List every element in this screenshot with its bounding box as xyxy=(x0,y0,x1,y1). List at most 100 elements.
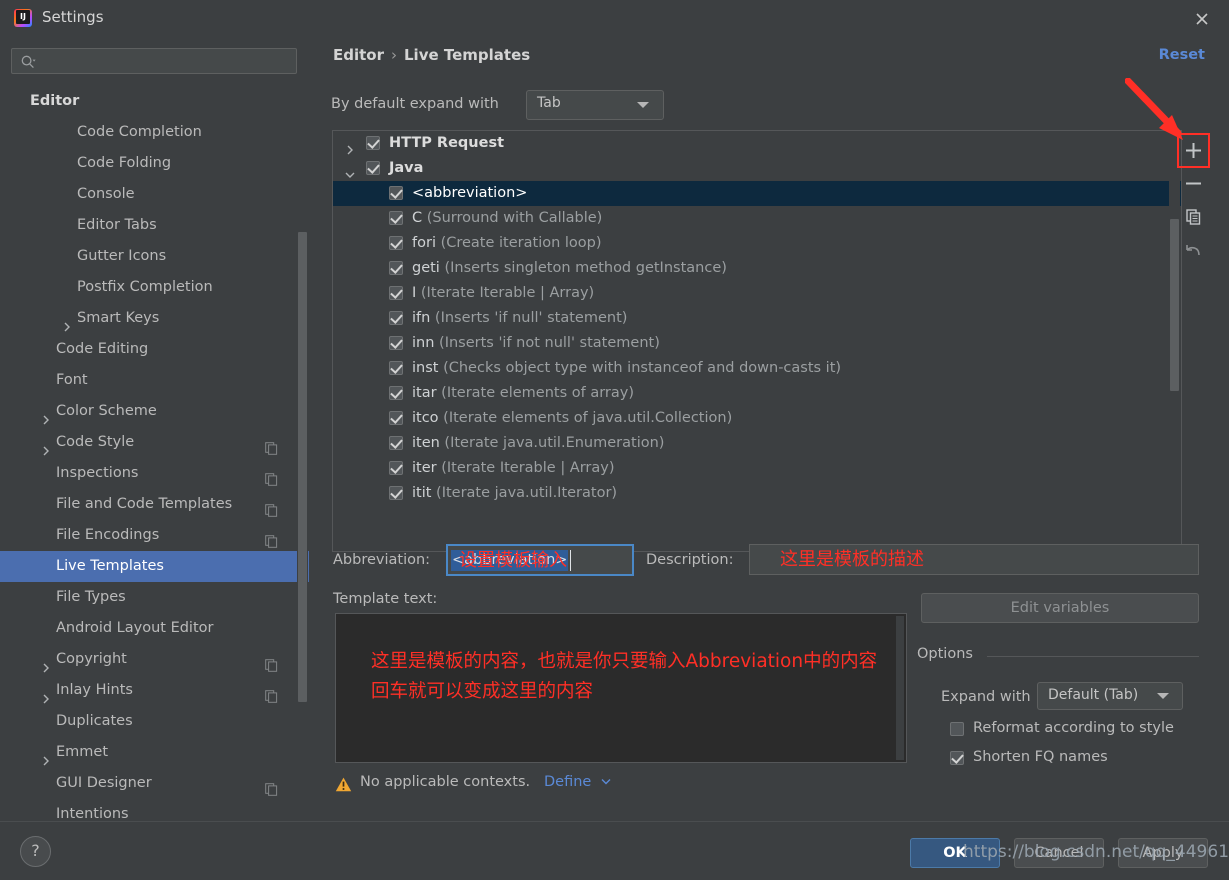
template-text-editor[interactable]: 这里是模板的内容，也就是你只要输入Abbreviation中的内容回车就可以变成… xyxy=(335,613,907,763)
template-checkbox[interactable] xyxy=(389,186,403,200)
template-checkbox[interactable] xyxy=(389,461,403,475)
sidebar-item-file-and-code-templates[interactable]: File and Code Templates xyxy=(0,489,309,520)
description-input[interactable]: 这里是模板的描述 xyxy=(749,544,1199,575)
template-row[interactable]: itco (Iterate elements of java.util.Coll… xyxy=(333,406,1181,431)
chevron-right-icon[interactable] xyxy=(62,313,72,332)
sidebar-item-code-completion[interactable]: Code Completion xyxy=(0,117,309,148)
template-row[interactable]: itit (Iterate java.util.Iterator) xyxy=(333,481,1181,506)
template-checkbox[interactable] xyxy=(389,311,403,325)
sidebar-item-label: Duplicates xyxy=(56,713,133,729)
search-box[interactable] xyxy=(11,48,297,74)
template-label: itit (Iterate java.util.Iterator) xyxy=(412,485,618,501)
sidebar-item-console[interactable]: Console xyxy=(0,179,309,210)
live-templates-list[interactable]: HTTP Request Java <abbreviation> C (Surroun… xyxy=(332,130,1182,552)
template-label: inn (Inserts 'if not null' statement) xyxy=(412,335,660,351)
template-checkbox[interactable] xyxy=(389,261,403,275)
help-button[interactable]: ? xyxy=(20,836,51,867)
sidebar-item-inspections[interactable]: Inspections xyxy=(0,458,309,489)
restore-defaults-button[interactable] xyxy=(1178,233,1209,266)
template-checkbox[interactable] xyxy=(389,361,403,375)
template-row[interactable]: I (Iterate Iterable | Array) xyxy=(333,281,1181,306)
search-input[interactable] xyxy=(42,52,292,72)
template-group-row[interactable]: HTTP Request xyxy=(333,131,1181,156)
chevron-right-icon[interactable] xyxy=(345,139,355,155)
template-row[interactable]: inn (Inserts 'if not null' statement) xyxy=(333,331,1181,356)
settings-category-tree[interactable]: Editor Code Completion Code Folding Console… xyxy=(0,86,309,821)
sidebar-item-code-folding[interactable]: Code Folding xyxy=(0,148,309,179)
template-group-row[interactable]: Java xyxy=(333,156,1181,181)
template-row[interactable]: iter (Iterate Iterable | Array) xyxy=(333,456,1181,481)
chevron-right-icon[interactable] xyxy=(41,747,51,766)
window-title: Settings xyxy=(42,8,104,26)
sidebar-item-android-layout-editor[interactable]: Android Layout Editor xyxy=(0,613,309,644)
copy-icon xyxy=(265,498,278,517)
sidebar-item-editor[interactable]: Editor xyxy=(0,86,309,117)
copy-icon xyxy=(265,529,278,548)
template-checkbox[interactable] xyxy=(389,386,403,400)
template-checkbox[interactable] xyxy=(389,336,403,350)
define-context-link[interactable]: Define xyxy=(544,774,591,790)
sidebar-item-file-types[interactable]: File Types xyxy=(0,582,309,613)
sidebar-item-label: Inspections xyxy=(56,465,139,481)
options-expand-with-dropdown[interactable]: Default (Tab) xyxy=(1037,682,1183,710)
sidebar-item-copyright[interactable]: Copyright xyxy=(0,644,309,675)
template-checkbox[interactable] xyxy=(389,211,403,225)
remove-template-button[interactable] xyxy=(1178,167,1209,200)
template-checkbox[interactable] xyxy=(389,286,403,300)
chevron-right-icon[interactable] xyxy=(41,654,51,673)
sidebar-item-gui-designer[interactable]: GUI Designer xyxy=(0,768,309,799)
template-text-scrollbar[interactable] xyxy=(896,616,904,760)
template-group-checkbox[interactable] xyxy=(366,136,380,150)
template-text-annotation: 这里是模板的内容，也就是你只要输入Abbreviation中的内容回车就可以变成… xyxy=(371,651,878,702)
sidebar-item-label: GUI Designer xyxy=(56,775,152,791)
options-group-title: Options xyxy=(917,646,973,662)
chevron-right-icon[interactable] xyxy=(41,437,51,456)
template-row[interactable]: geti (Inserts singleton method getInstan… xyxy=(333,256,1181,281)
sidebar-item-emmet[interactable]: Emmet xyxy=(0,737,309,768)
template-checkbox[interactable] xyxy=(389,411,403,425)
sidebar-item-code-editing[interactable]: Code Editing xyxy=(0,334,309,365)
reset-link[interactable]: Reset xyxy=(1159,47,1205,63)
chevron-down-icon[interactable] xyxy=(345,164,355,178)
sidebar-item-gutter-icons[interactable]: Gutter Icons xyxy=(0,241,309,272)
sidebar-item-editor-tabs[interactable]: Editor Tabs xyxy=(0,210,309,241)
sidebar-item-code-style[interactable]: Code Style xyxy=(0,427,309,458)
template-row[interactable]: iten (Iterate java.util.Enumeration) xyxy=(333,431,1181,456)
checkbox-box xyxy=(950,722,964,736)
sidebar-item-label: File Types xyxy=(56,589,126,605)
chevron-down-icon[interactable] xyxy=(600,775,612,787)
sidebar-item-duplicates[interactable]: Duplicates xyxy=(0,706,309,737)
add-template-button[interactable] xyxy=(1178,134,1209,167)
sidebar-item-file-encodings[interactable]: File Encodings xyxy=(0,520,309,551)
template-label: <abbreviation> xyxy=(412,185,528,201)
chevron-right-icon[interactable] xyxy=(41,406,51,425)
chevron-right-icon[interactable] xyxy=(41,685,51,704)
sidebar-item-inlay-hints[interactable]: Inlay Hints xyxy=(0,675,309,706)
template-checkbox[interactable] xyxy=(389,436,403,450)
sidebar-item-intentions[interactable]: Intentions xyxy=(0,799,309,821)
template-checkbox[interactable] xyxy=(389,236,403,250)
template-row[interactable]: ifn (Inserts 'if null' statement) xyxy=(333,306,1181,331)
default-expand-with-dropdown[interactable]: Tab xyxy=(526,90,664,120)
duplicate-template-button[interactable] xyxy=(1178,200,1209,233)
sidebar-item-label: Gutter Icons xyxy=(77,248,167,264)
template-group-checkbox[interactable] xyxy=(366,161,380,175)
breadcrumb-parent[interactable]: Editor xyxy=(333,46,384,64)
sidebar-item-smart-keys[interactable]: Smart Keys xyxy=(0,303,309,334)
sidebar-item-live-templates[interactable]: Live Templates xyxy=(0,551,309,582)
sidebar-item-font[interactable]: Font xyxy=(0,365,309,396)
sidebar-item-color-scheme[interactable]: Color Scheme xyxy=(0,396,309,427)
template-row[interactable]: C (Surround with Callable) xyxy=(333,206,1181,231)
template-row[interactable]: <abbreviation> xyxy=(333,181,1181,206)
template-row[interactable]: itar (Iterate elements of array) xyxy=(333,381,1181,406)
sidebar-item-label: File and Code Templates xyxy=(56,496,233,512)
template-row[interactable]: fori (Create iteration loop) xyxy=(333,231,1181,256)
template-row[interactable]: inst (Checks object type with instanceof… xyxy=(333,356,1181,381)
sidebar-scrollbar-thumb[interactable] xyxy=(298,232,307,702)
title-bar: Settings xyxy=(0,0,1229,36)
close-icon[interactable] xyxy=(1189,6,1215,32)
abbreviation-input[interactable]: <abbreviation> 设置模板输入 xyxy=(446,544,634,576)
edit-variables-button[interactable]: Edit variables xyxy=(921,593,1199,623)
sidebar-item-postfix-completion[interactable]: Postfix Completion xyxy=(0,272,309,303)
template-checkbox[interactable] xyxy=(389,486,403,500)
